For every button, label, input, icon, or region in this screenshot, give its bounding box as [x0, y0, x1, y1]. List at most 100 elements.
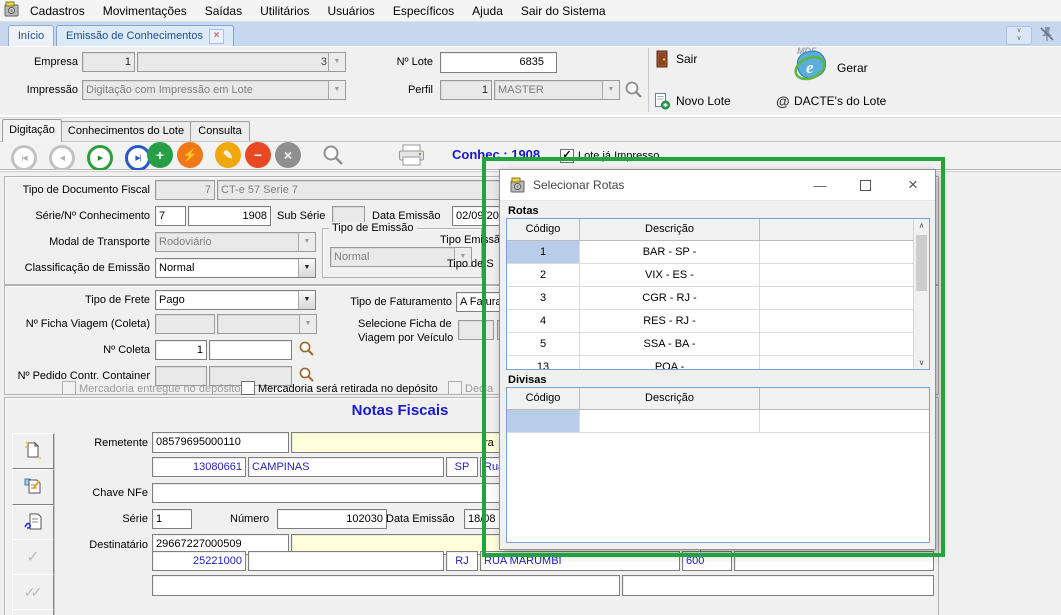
nf-serie-field[interactable]: 1 — [152, 509, 192, 529]
rota-row[interactable]: 2 VIX - ES - — [507, 264, 929, 287]
destinatario-uf-field[interactable]: RJ — [446, 551, 478, 571]
rotas-scrollbar[interactable]: ∧ ∨ — [913, 219, 929, 369]
combo-arrow-icon[interactable]: ▼ — [328, 53, 345, 71]
conhecimento-field[interactable]: 1908 — [188, 206, 271, 226]
nf-extra-field-1[interactable] — [152, 575, 620, 596]
menu-ajuda[interactable]: Ajuda — [463, 0, 512, 22]
edit-record-icon[interactable]: ✎ — [215, 142, 241, 168]
post-record-icon[interactable]: ⚡ — [177, 142, 203, 168]
remetente-uf-field[interactable]: SP — [446, 457, 478, 477]
sair-button[interactable]: Sair — [656, 50, 726, 70]
combo-arrow-icon[interactable]: ▼ — [299, 315, 316, 333]
remetente-cep-field[interactable]: 13080661 — [152, 457, 246, 477]
dialog-titlebar[interactable]: Selecionar Rotas — × — [500, 170, 935, 201]
dialog-minimize-icon[interactable]: — — [805, 170, 835, 200]
ficha-veiculo-field-1[interactable] — [458, 320, 494, 340]
rota-codigo[interactable]: 5 — [507, 333, 580, 355]
tabstrip-chevron-button[interactable]: ∨ ∨ — [1006, 26, 1032, 45]
dacte-lote-button[interactable]: @ DACTE's do Lote — [776, 92, 906, 112]
tab-conhecimentos-lote[interactable]: Conhecimentos do Lote — [61, 121, 191, 142]
impressao-combo[interactable]: Digitação com Impressão em Lote ▼ — [82, 80, 346, 100]
rota-descricao[interactable]: BAR - SP - — [580, 241, 760, 263]
empresa-name-combo[interactable]: 3 ▼ — [137, 52, 346, 72]
scrollbar-thumb[interactable] — [916, 235, 927, 291]
menu-movimentacoes[interactable]: Movimentações — [94, 0, 196, 22]
nf-numero-field[interactable]: 102030 — [277, 509, 387, 529]
divisa-codigo[interactable] — [507, 410, 580, 432]
destinatario-numero-field[interactable]: 600 — [682, 551, 732, 571]
nf-edit-button[interactable] — [12, 469, 54, 505]
unpin-icon[interactable] — [1038, 25, 1056, 46]
divisa-row[interactable] — [507, 410, 929, 433]
rota-row[interactable]: 5 SSA - BA - — [507, 333, 929, 356]
perfil-search-icon[interactable] — [624, 80, 643, 102]
coleta-search-icon[interactable] — [298, 340, 315, 360]
tipo-frete-combo[interactable]: Pago ▼ — [155, 290, 316, 310]
classificacao-combo[interactable]: Normal ▼ — [155, 258, 316, 278]
destinatario-compl-field[interactable] — [734, 551, 934, 571]
nf-sign-button[interactable] — [12, 505, 54, 541]
menu-sair-sistema[interactable]: Sair do Sistema — [512, 0, 615, 22]
combo-arrow-icon[interactable]: ▼ — [602, 81, 619, 99]
novo-lote-button[interactable]: Novo Lote — [654, 92, 744, 112]
tipo-doc-code-field[interactable]: 7 — [155, 180, 215, 200]
nav-next-record-icon[interactable]: ▶ — [87, 145, 113, 171]
rota-row[interactable]: 13 POA - — [507, 356, 929, 370]
remetente-doc-field[interactable]: 08579695000110 — [152, 432, 289, 453]
lote-field[interactable]: 6835 — [440, 52, 557, 73]
combo-arrow-icon[interactable]: ▼ — [298, 259, 315, 277]
gerar-mdfe-button[interactable]: MDF e Gerar — [790, 44, 900, 84]
nav-first-record-icon[interactable]: |◀ — [11, 145, 37, 171]
destinatario-cidade-field[interactable] — [248, 551, 444, 571]
nav-prior-record-icon[interactable]: ◀ — [49, 145, 75, 171]
empresa-code-field[interactable]: 1 — [82, 52, 135, 72]
rota-descricao[interactable]: RES - RJ - — [580, 310, 760, 332]
print-icon[interactable] — [398, 144, 425, 170]
serie-field[interactable]: 7 — [155, 206, 186, 226]
divisa-descricao[interactable] — [580, 410, 760, 432]
combo-arrow-icon[interactable]: ▼ — [328, 81, 345, 99]
menu-cadastros[interactable]: Cadastros — [21, 0, 94, 22]
remetente-cidade-field[interactable]: CAMPINAS — [248, 457, 444, 477]
rota-codigo[interactable]: 1 — [507, 241, 580, 263]
dialog-close-icon[interactable]: × — [898, 170, 928, 200]
rota-row[interactable]: 1 BAR - SP - — [507, 241, 929, 264]
dialog-maximize-icon[interactable] — [850, 170, 880, 200]
cancel-record-icon[interactable]: × — [275, 142, 301, 168]
delete-record-icon[interactable]: − — [245, 142, 271, 168]
declaracao-checkbox[interactable] — [448, 381, 462, 395]
mercadoria-entregue-checkbox[interactable] — [62, 381, 76, 395]
rotas-grid[interactable]: Código Descrição 1 BAR - SP - 2 VIX - ES… — [506, 218, 930, 370]
tab-digitacao[interactable]: Digitação — [2, 119, 62, 142]
search-record-icon[interactable] — [322, 144, 345, 170]
destinatario-cep-field[interactable]: 25221000 — [152, 551, 246, 571]
rota-descricao[interactable]: CGR - RJ - — [580, 287, 760, 309]
scroll-down-icon[interactable]: ∨ — [914, 358, 929, 367]
menu-saidas[interactable]: Saídas — [196, 0, 251, 22]
tab-close-icon[interactable]: × — [209, 29, 224, 44]
divisas-grid[interactable]: Código Descrição — [506, 387, 930, 543]
coleta-num-field[interactable]: 1 — [155, 340, 207, 360]
rota-descricao[interactable]: SSA - BA - — [580, 333, 760, 355]
nf-confirm-all-button[interactable]: ✓✓ — [12, 574, 54, 610]
nf-extra-field-2[interactable] — [622, 575, 934, 596]
ficha-viagem-code-field[interactable] — [155, 314, 215, 334]
tipo-doc-combo[interactable]: CT-e 57 Serie 7 — [217, 180, 517, 200]
perfil-combo[interactable]: MASTER ▼ — [494, 80, 620, 100]
modal-transporte-combo[interactable]: Rodoviário ▼ — [155, 232, 316, 252]
nf-new-button[interactable] — [12, 433, 54, 469]
rota-row[interactable]: 4 RES - RJ - — [507, 310, 929, 333]
rota-codigo[interactable]: 4 — [507, 310, 580, 332]
tab-consulta[interactable]: Consulta — [190, 121, 250, 142]
lote-impresso-checkbox[interactable]: ✓ — [560, 149, 574, 163]
nf-cancel-button[interactable]: ✕ — [12, 609, 54, 615]
coleta-field-2[interactable] — [209, 340, 292, 360]
combo-arrow-icon[interactable]: ▼ — [298, 291, 315, 309]
scroll-up-icon[interactable]: ∧ — [914, 221, 929, 230]
menu-utilitarios[interactable]: Utilitários — [251, 0, 318, 22]
nf-confirm-button[interactable]: ✓ — [12, 539, 54, 575]
menu-especificos[interactable]: Específicos — [384, 0, 463, 22]
rota-codigo[interactable]: 13 — [507, 356, 580, 370]
destinatario-rua-field[interactable]: RUA MARUMBI — [480, 551, 680, 571]
perfil-code-field[interactable]: 1 — [440, 80, 492, 100]
